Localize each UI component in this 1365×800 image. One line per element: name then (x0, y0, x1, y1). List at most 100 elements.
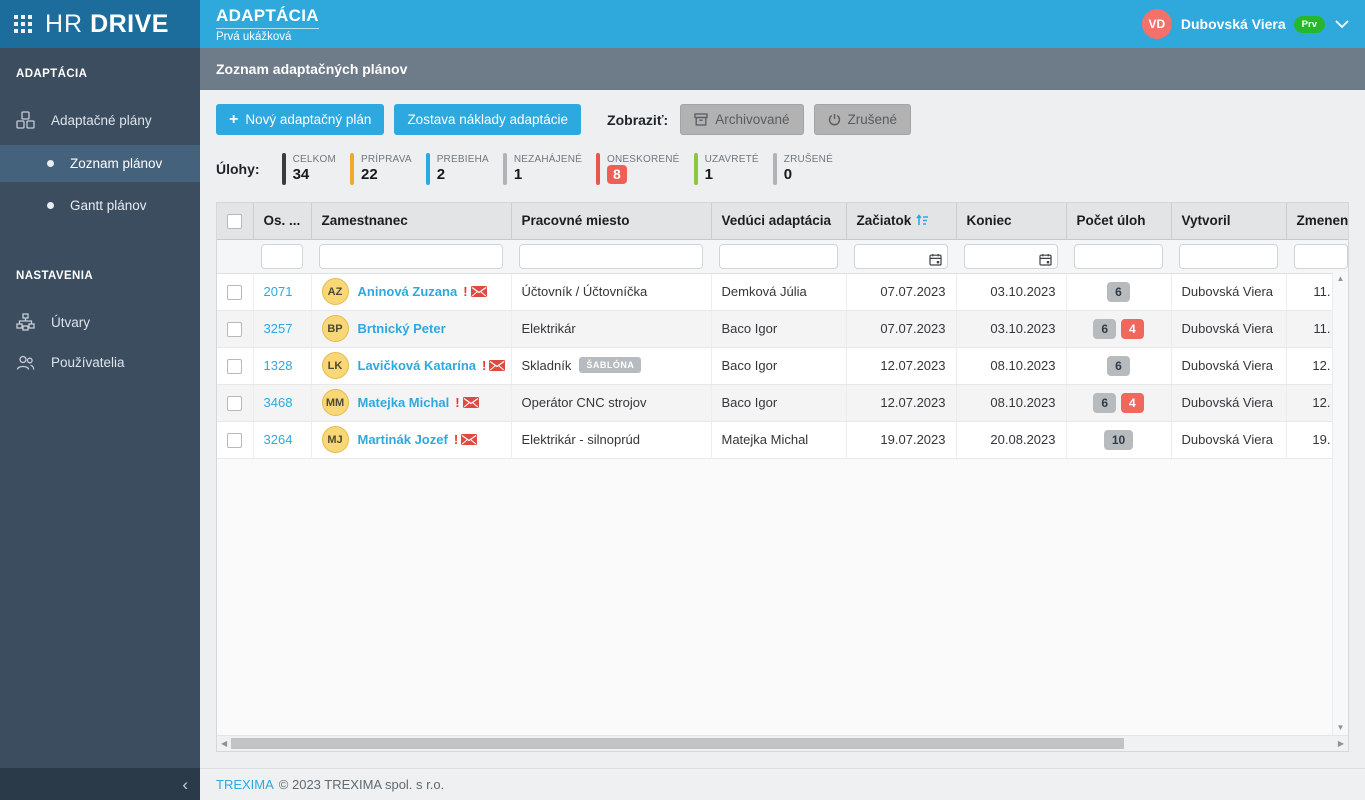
org-chart-icon (16, 313, 38, 331)
counter-bar (595, 153, 600, 185)
new-plan-button[interactable]: + Nový adaptačný plán (216, 104, 385, 135)
app-logo[interactable]: HR DRIVE (0, 0, 200, 48)
scroll-down-arrow[interactable]: ▼ (1337, 724, 1345, 732)
plan-id-link[interactable]: 1328 (264, 358, 293, 373)
column-header-vytvoril[interactable]: Vytvoril (1171, 203, 1287, 240)
end-cell: 03.10.2023 (956, 310, 1067, 348)
plan-id-link[interactable]: 3264 (264, 432, 293, 447)
counter-value: 34 (292, 166, 310, 183)
plan-id-link[interactable]: 2071 (264, 284, 293, 299)
sort-ascending-icon (916, 213, 929, 229)
end-cell: 03.10.2023 (956, 273, 1067, 311)
counter-value: 2 (436, 166, 446, 183)
sidebar-item-gantt-planov[interactable]: Gantt plánov (0, 187, 200, 224)
archived-toggle-button[interactable]: Archivované (680, 104, 804, 135)
employee-name-link[interactable]: Brtnický Peter (358, 321, 446, 336)
filter-os-input[interactable] (261, 243, 303, 269)
column-header-zmenene[interactable]: Zmenené (1286, 203, 1348, 240)
filter-pocet-uloh-input[interactable] (1074, 243, 1163, 269)
cost-report-button-label: Zostava náklady adaptácie (407, 112, 569, 127)
employee-name-link[interactable]: Martinák Jozef (358, 432, 448, 447)
row-checkbox[interactable] (227, 395, 243, 411)
row-checkbox[interactable] (227, 284, 243, 300)
sidebar-item-adaptacne-plany[interactable]: Adaptačné plány (0, 100, 200, 140)
position-cell: Operátor CNC strojov (511, 384, 712, 422)
task-counter-priprava: PRÍPRAVA 22 (350, 153, 412, 185)
employee-avatar: LK (321, 352, 349, 379)
employee-name-link[interactable]: Matejka Michal (358, 395, 450, 410)
plan-id-link[interactable]: 3257 (264, 321, 293, 336)
calendar-icon[interactable] (929, 253, 942, 266)
toolbar: + Nový adaptačný plán Zostava náklady ad… (216, 104, 1349, 135)
horizontal-scrollbar[interactable]: ◀ ▶ (217, 735, 1348, 751)
created-by-cell: Dubovská Viera (1171, 347, 1287, 385)
cancelled-toggle-button[interactable]: Zrušené (813, 104, 912, 135)
column-header-veduci[interactable]: Vedúci adaptácia (711, 203, 847, 240)
row-checkbox[interactable] (227, 432, 243, 448)
column-header-os[interactable]: Os. ... (253, 203, 312, 240)
select-all-checkbox[interactable] (227, 213, 243, 229)
table-row[interactable]: 2071 AZ Aninová Zuzana! Účtovník / Účtovn… (217, 273, 1348, 311)
task-counter-oneskorene: ONESKORENÉ 8 (595, 153, 680, 185)
employee-avatar: MJ (321, 426, 349, 453)
plan-id-link[interactable]: 3468 (264, 395, 293, 410)
select-all-header[interactable] (217, 203, 254, 240)
mail-alert-icon (461, 434, 478, 445)
filter-pracovne-miesto-input[interactable] (519, 243, 703, 269)
calendar-icon[interactable] (1039, 253, 1052, 266)
filter-veduci-input[interactable] (719, 243, 838, 269)
scroll-right-arrow[interactable]: ▶ (1338, 739, 1344, 748)
column-header-koniec[interactable]: Koniec (956, 203, 1067, 240)
employee-name-link[interactable]: Lavičková Katarína (358, 358, 477, 373)
horizontal-scrollbar-thumb[interactable] (231, 738, 1125, 749)
row-checkbox[interactable] (227, 321, 243, 337)
logo-drive-text: DRIVE (90, 9, 169, 38)
mail-alert-icon (489, 360, 506, 371)
start-cell: 12.07.2023 (846, 384, 957, 422)
cost-report-button[interactable]: Zostava náklady adaptácie (394, 104, 582, 135)
column-header-pocet-uloh[interactable]: Počet úloh (1066, 203, 1172, 240)
counter-bar (693, 153, 698, 185)
counter-value: 1 (704, 166, 713, 183)
position-cell: Elektrikár (511, 310, 712, 348)
row-checkbox[interactable] (227, 358, 243, 374)
lead-cell: Demková Júlia (711, 273, 847, 311)
task-counter-nezahajene: NEZAHÁJENÉ 1 (502, 153, 582, 185)
tasks-summary: Úlohy: CELKOM 34 PRÍPRAVA 22 PREBIEHA 2 NEZ… (216, 149, 1349, 189)
table-row[interactable]: 3257 BP Brtnický Peter Elektrikár Baco Ig… (217, 310, 1348, 348)
scroll-up-arrow[interactable]: ▲ (1337, 275, 1345, 283)
scroll-left-arrow[interactable]: ◀ (221, 739, 227, 748)
filter-vytvoril-input[interactable] (1179, 243, 1278, 269)
tasks-summary-label: Úlohy: (216, 161, 260, 177)
column-header-pracovne-miesto[interactable]: Pracovné miesto (511, 203, 712, 240)
bullet-icon (47, 202, 54, 209)
counter-value: 0 (783, 166, 793, 183)
vertical-scrollbar[interactable]: ▲ ▼ (1332, 272, 1348, 735)
footer: TREXIMA © 2023 TREXIMA spol. s r.o. (200, 768, 1365, 800)
breadcrumb-bar: Zoznam adaptačných plánov (200, 48, 1365, 90)
column-header-zaciatok[interactable]: Začiatok (846, 203, 957, 240)
table-row[interactable]: 3468 MM Matejka Michal! Operátor CNC stro… (217, 384, 1348, 422)
employee-name-link[interactable]: Aninová Zuzana (358, 284, 458, 299)
sidebar-collapse-button[interactable]: ‹ (0, 768, 200, 800)
trexima-link[interactable]: TREXIMA (216, 777, 274, 792)
sidebar-item-zoznam-planov[interactable]: Zoznam plánov (0, 145, 200, 182)
sidebar-item-utvary[interactable]: Útvary (0, 302, 200, 342)
user-menu[interactable]: VD Dubovská Viera Prv (1141, 9, 1349, 39)
tasks-count-badge: 6 (1093, 318, 1116, 339)
counter-label: ONESKORENÉ (606, 154, 680, 165)
alert-exclamation: ! (453, 432, 459, 447)
filter-zmenene-input[interactable] (1294, 243, 1348, 269)
created-by-cell: Dubovská Viera (1171, 273, 1287, 311)
column-header-zamestnanec[interactable]: Zamestnanec (311, 203, 512, 240)
plans-grid: Os. ... Zamestnanec Pracovné miesto Vedú… (216, 202, 1349, 752)
table-row[interactable]: 1328 LK Lavičková Katarína! Skladník ŠABLÓ… (217, 347, 1348, 385)
tasks-count-badge: 6 (1107, 355, 1130, 376)
main-column: ADAPTÁCIA Prvá ukážková VD Dubovská Vier… (200, 0, 1365, 800)
section-title: Zoznam adaptačných plánov (216, 61, 408, 77)
show-label: Zobraziť: (607, 111, 669, 128)
filter-zamestnanec-input[interactable] (319, 243, 503, 269)
counter-bar (281, 153, 286, 185)
sidebar-item-pouzivatelia[interactable]: Používatelia (0, 342, 200, 382)
table-row[interactable]: 3264 MJ Martinák Jozef! Elektrikár - siln… (217, 421, 1348, 459)
